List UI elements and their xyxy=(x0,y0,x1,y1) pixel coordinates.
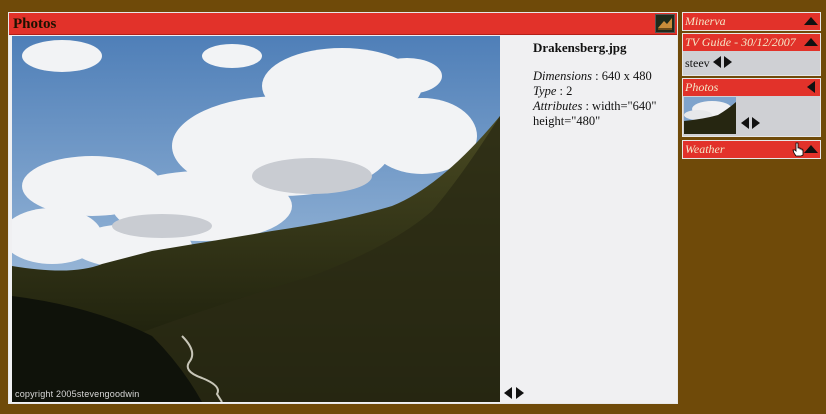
widget-weather: Weather xyxy=(682,140,821,159)
photo-type: Type : 2 xyxy=(533,84,675,99)
previous-photo-arrow-icon[interactable] xyxy=(504,387,512,399)
widget-tv-guide-header[interactable]: TV Guide - 30/12/2007 xyxy=(683,34,820,51)
widget-minerva-header[interactable]: Minerva xyxy=(683,13,820,30)
widget-minerva: Minerva xyxy=(682,12,821,31)
photos-panel: Photos copyright 2005stevengoodwin Drake… xyxy=(8,12,678,404)
panel-menu-icon[interactable] xyxy=(655,14,675,33)
widget-photos-header[interactable]: Photos xyxy=(683,79,820,96)
expand-left-icon[interactable] xyxy=(807,81,815,93)
dimensions-label: Dimensions xyxy=(533,69,593,83)
tv-guide-nav xyxy=(713,56,732,68)
photo-info: Drakensberg.jpg Dimensions : 640 x 480 T… xyxy=(533,40,675,129)
photos-panel-header: Photos xyxy=(9,13,677,35)
widget-minerva-title: Minerva xyxy=(685,14,726,28)
type-label: Type xyxy=(533,84,557,98)
hand-cursor-icon xyxy=(792,142,804,157)
panel-title: Photos xyxy=(13,16,57,32)
photo-copyright: copyright 2005stevengoodwin xyxy=(15,389,140,399)
widget-tv-guide: TV Guide - 30/12/2007 steev xyxy=(682,33,821,76)
photo-filename: Drakensberg.jpg xyxy=(533,40,627,55)
photos-widget-nav xyxy=(741,117,760,129)
widget-weather-header[interactable]: Weather xyxy=(683,141,820,158)
widget-tv-guide-title: TV Guide - 30/12/2007 xyxy=(685,35,796,49)
photo-nav xyxy=(504,387,524,399)
tv-guide-user: steev xyxy=(685,56,710,70)
next-photo-arrow-icon[interactable] xyxy=(516,387,524,399)
attributes-label: Attributes xyxy=(533,99,583,113)
next-arrow-icon[interactable] xyxy=(752,117,760,129)
collapse-up-icon[interactable] xyxy=(804,17,818,25)
tv-guide-body: steev xyxy=(683,51,820,75)
collapse-up-icon[interactable] xyxy=(804,145,818,153)
type-value: : 2 xyxy=(556,84,573,98)
next-arrow-icon[interactable] xyxy=(724,56,732,68)
previous-arrow-icon[interactable] xyxy=(741,117,749,129)
photo-thumbnail[interactable] xyxy=(684,97,736,134)
collapse-up-icon[interactable] xyxy=(804,38,818,46)
previous-arrow-icon[interactable] xyxy=(713,56,721,68)
main-photo[interactable]: copyright 2005stevengoodwin xyxy=(12,36,500,402)
widget-weather-title: Weather xyxy=(685,142,725,156)
dimensions-value: : 640 x 480 xyxy=(592,69,652,83)
widget-photos-title: Photos xyxy=(685,80,719,94)
photos-widget-body xyxy=(683,96,820,136)
widget-photos: Photos xyxy=(682,78,821,137)
photo-dimensions: Dimensions : 640 x 480 xyxy=(533,69,675,84)
photo-attributes: Attributes : width="640" height="480" xyxy=(533,99,675,129)
